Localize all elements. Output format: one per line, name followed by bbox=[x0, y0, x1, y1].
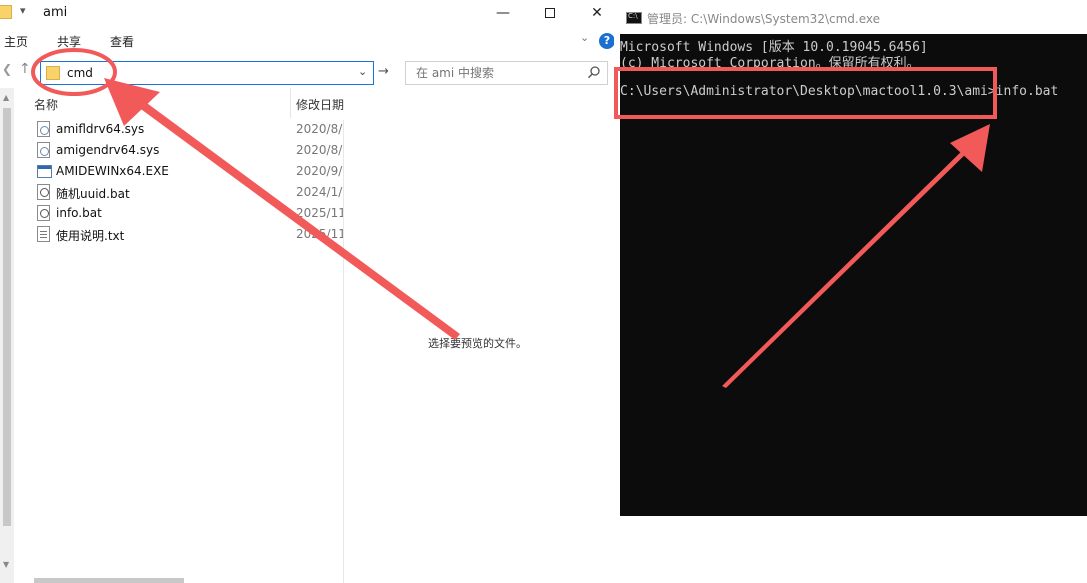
address-input[interactable] bbox=[65, 64, 355, 82]
search-input[interactable] bbox=[414, 64, 584, 82]
file-row[interactable]: amifldrv64.sys 2020/8/ bbox=[28, 119, 344, 140]
column-name[interactable]: 名称 bbox=[34, 96, 58, 113]
folder-icon bbox=[0, 5, 12, 19]
bat-file-icon bbox=[37, 184, 50, 200]
file-date: 2020/9/ bbox=[296, 164, 343, 178]
maximize-icon bbox=[545, 8, 555, 18]
column-date[interactable]: 修改日期 bbox=[296, 96, 344, 113]
maximize-button[interactable] bbox=[527, 0, 573, 26]
help-icon[interactable]: ? bbox=[599, 33, 615, 49]
exe-file-icon bbox=[37, 165, 52, 178]
txt-file-icon bbox=[37, 226, 50, 242]
ribbon-collapse-icon[interactable]: ⌄ bbox=[580, 31, 589, 44]
cmd-window-title: 管理员: C:\Windows\System32\cmd.exe bbox=[647, 12, 880, 26]
address-bar[interactable]: ⌄ bbox=[40, 61, 374, 85]
quick-access-dropdown[interactable]: ▾ bbox=[20, 4, 26, 17]
file-row[interactable]: info.bat 2025/11 bbox=[28, 203, 344, 224]
column-header: 名称 修改日期 bbox=[28, 88, 344, 118]
tab-view[interactable]: 查看 bbox=[110, 33, 134, 50]
ribbon-tabs: 主页 共享 查看 ⌄ ? bbox=[0, 26, 620, 54]
file-name: amigendrv64.sys bbox=[56, 143, 160, 157]
cmd-title-bar: 管理员: C:\Windows\System32\cmd.exe bbox=[614, 0, 1087, 34]
file-name: amifldrv64.sys bbox=[56, 122, 145, 136]
tab-share[interactable]: 共享 bbox=[57, 33, 81, 50]
console-output[interactable]: Microsoft Windows [版本 10.0.19045.6456] (… bbox=[620, 34, 1087, 516]
file-row[interactable]: 使用说明.txt 2025/11 bbox=[28, 224, 344, 245]
file-date: 2024/1/ bbox=[296, 185, 343, 199]
file-date: 2020/8/ bbox=[296, 122, 343, 136]
search-box[interactable] bbox=[405, 61, 608, 85]
file-row[interactable]: AMIDEWINx64.EXE 2020/9/ bbox=[28, 161, 344, 182]
file-row[interactable]: 随机uuid.bat 2024/1/ bbox=[28, 182, 344, 203]
file-date: 2025/11 bbox=[296, 227, 344, 241]
file-date: 2025/11 bbox=[296, 206, 344, 220]
file-name: 随机uuid.bat bbox=[56, 187, 130, 201]
console-prompt-line: C:\Users\Administrator\Desktop\mactool1.… bbox=[620, 84, 1059, 99]
sys-file-icon bbox=[37, 142, 50, 158]
folder-icon bbox=[46, 66, 60, 80]
scroll-up-icon[interactable]: ▲ bbox=[3, 93, 9, 102]
search-icon[interactable] bbox=[587, 65, 601, 79]
scrollbar-thumb[interactable] bbox=[3, 108, 11, 526]
horizontal-scrollbar-thumb[interactable] bbox=[34, 578, 184, 583]
file-row[interactable]: amigendrv64.sys 2020/8/ bbox=[28, 140, 344, 161]
chevron-down-icon[interactable]: ⌄ bbox=[358, 65, 367, 78]
address-row: ❮ ↑ ⌄ → bbox=[0, 58, 620, 86]
up-arrow-icon[interactable]: ↑ bbox=[19, 61, 31, 77]
cmd-window: 管理员: C:\Windows\System32\cmd.exe Microso… bbox=[614, 0, 1087, 583]
file-name: info.bat bbox=[56, 206, 102, 220]
explorer-title-bar: ▾ ami — ✕ bbox=[0, 0, 620, 26]
minimize-button[interactable]: — bbox=[480, 0, 526, 26]
pane-divider[interactable] bbox=[343, 120, 344, 583]
column-divider[interactable] bbox=[290, 88, 291, 118]
navigation-pane-scrollbar[interactable]: ▲ ▼ bbox=[0, 88, 14, 583]
back-icon[interactable]: ❮ bbox=[2, 62, 12, 76]
file-list: 名称 修改日期 amifldrv64.sys 2020/8/amigendrv64… bbox=[28, 88, 344, 583]
tab-home[interactable]: 主页 bbox=[4, 33, 28, 50]
file-explorer-window: ▾ ami — ✕ 主页 共享 查看 ⌄ ? ❮ ↑ ⌄ → ▲ ▼ bbox=[0, 0, 620, 583]
file-name: AMIDEWINx64.EXE bbox=[56, 164, 169, 178]
file-name: 使用说明.txt bbox=[56, 229, 125, 243]
console-line: (c) Microsoft Corporation。保留所有权利。 bbox=[620, 56, 920, 71]
scroll-down-icon[interactable]: ▼ bbox=[3, 560, 9, 569]
file-date: 2020/8/ bbox=[296, 143, 343, 157]
go-arrow-icon[interactable]: → bbox=[378, 64, 389, 79]
window-title: ami bbox=[43, 5, 68, 20]
bat-file-icon bbox=[37, 205, 50, 221]
preview-message: 选择要预览的文件。 bbox=[428, 337, 527, 350]
sys-file-icon bbox=[37, 121, 50, 137]
cmd-icon bbox=[626, 12, 642, 24]
